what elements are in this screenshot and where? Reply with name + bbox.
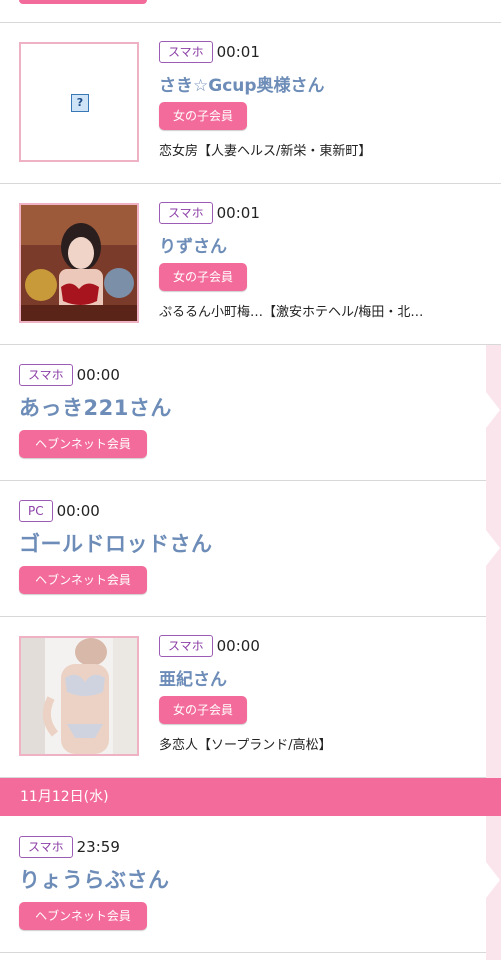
date-divider: 11月12日(水) — [0, 778, 501, 816]
member-type-button[interactable]: ヘブンネット会員 — [19, 566, 147, 594]
list-item[interactable]: ? スマホ 00:01 さき☆Gcup奥様さん 女の子会員 恋女房【人妻ヘルス/新… — [0, 23, 501, 184]
member-type-button[interactable]: 女の子会員 — [159, 696, 247, 724]
device-tag: PC — [19, 500, 53, 522]
timestamp: 00:00 — [216, 637, 260, 655]
device-tag: スマホ — [159, 41, 213, 63]
date-label: 11月12日(水) — [20, 789, 109, 805]
member-type-button[interactable]: ヘブンネット会員 — [19, 902, 147, 930]
user-name-link[interactable]: あっき221さん — [19, 392, 479, 422]
side-decoration-notch — [486, 862, 500, 898]
list-item[interactable]: スマホ 23:59 りょうらぶさん ヘブンネット会員 — [0, 817, 486, 953]
side-decoration-notch — [486, 530, 500, 566]
timestamp: 00:01 — [216, 43, 260, 61]
member-type-button[interactable]: ヘブンネット会員 — [19, 430, 147, 458]
timestamp: 00:01 — [216, 204, 260, 222]
shop-name[interactable]: 多恋人【ソープランド/高松】 — [159, 734, 479, 753]
list-item[interactable]: PC 00:00 ゴールドロッドさん ヘブンネット会員 — [0, 481, 486, 617]
user-name-link[interactable]: 亜紀さん — [159, 665, 479, 690]
shop-name[interactable]: ぷるるん小町梅…【激安ホテヘル/梅田・北… — [159, 301, 479, 320]
list-item[interactable]: スマホ 00:01 りずさん 女の子会員 ぷるるん小町梅…【激安ホテヘル/梅田・北… — [0, 184, 501, 345]
user-name-link[interactable]: ゴールドロッドさん — [19, 528, 479, 558]
user-name-link[interactable]: さき☆Gcup奥様さん — [159, 71, 479, 96]
list-item[interactable]: スマホ 00:00 あっき221さん ヘブンネット会員 — [0, 345, 486, 481]
user-name-link[interactable]: りずさん — [159, 232, 479, 257]
profile-thumbnail[interactable] — [19, 203, 139, 323]
profile-thumbnail[interactable]: ? — [19, 42, 139, 162]
side-decoration-notch — [486, 392, 500, 428]
missing-image-icon: ? — [71, 94, 89, 112]
shop-name[interactable]: 恋女房【人妻ヘルス/新栄・東新町】 — [159, 140, 479, 159]
timestamp: 00:00 — [76, 366, 120, 384]
device-tag: スマホ — [159, 202, 213, 224]
user-name-link[interactable]: りょうらぶさん — [19, 864, 479, 894]
device-tag: スマホ — [19, 364, 73, 386]
member-type-button[interactable]: 女の子会員 — [159, 263, 247, 291]
member-type-button[interactable]: 女の子会員 — [159, 102, 247, 130]
profile-thumbnail[interactable] — [19, 636, 139, 756]
profile-photo — [21, 638, 137, 754]
profile-photo — [21, 205, 137, 321]
timestamp: 23:59 — [76, 838, 120, 856]
list-item[interactable]: スマホ 00:00 亜紀さん 女の子会員 多恋人【ソープランド/高松】 — [0, 617, 486, 778]
previous-entry-member-button[interactable] — [19, 0, 147, 4]
timestamp: 00:00 — [56, 502, 100, 520]
device-tag: スマホ — [159, 635, 213, 657]
device-tag: スマホ — [19, 836, 73, 858]
